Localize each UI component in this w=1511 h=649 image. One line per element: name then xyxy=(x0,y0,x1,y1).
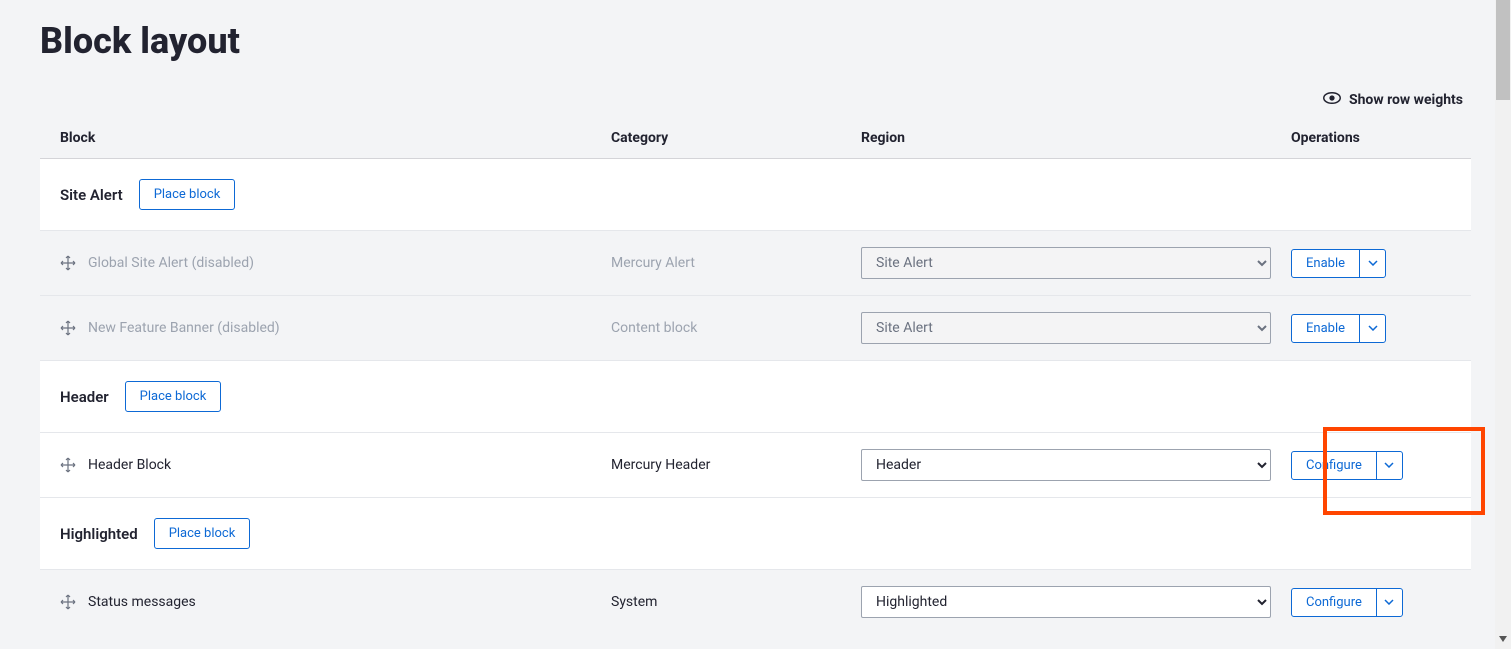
configure-button[interactable]: Configure xyxy=(1292,452,1376,479)
region-site-alert: Site Alert Place block xyxy=(40,159,1471,231)
col-operations: Operations xyxy=(1291,130,1451,146)
block-name: Header Block xyxy=(88,457,171,473)
col-block: Block xyxy=(60,130,611,146)
region-select[interactable]: Site Alert xyxy=(861,247,1271,279)
scrollbar[interactable] xyxy=(1495,0,1511,649)
table-row: New Feature Banner (disabled) Content bl… xyxy=(40,296,1471,361)
drag-handle-icon[interactable] xyxy=(60,255,76,271)
region-header: Header Place block xyxy=(40,361,1471,433)
enable-button[interactable]: Enable xyxy=(1292,315,1359,342)
table-row: Global Site Alert (disabled) Mercury Ale… xyxy=(40,231,1471,296)
col-region: Region xyxy=(861,130,1291,146)
region-select[interactable]: Highlighted xyxy=(861,586,1271,618)
configure-button[interactable]: Configure xyxy=(1292,589,1376,616)
dropdown-toggle-button[interactable] xyxy=(1359,250,1385,277)
place-block-button[interactable]: Place block xyxy=(125,381,222,412)
block-name: Global Site Alert (disabled) xyxy=(88,255,254,271)
place-block-button[interactable]: Place block xyxy=(139,179,236,210)
operations-dropbutton: Configure xyxy=(1291,451,1403,480)
region-label: Highlighted xyxy=(60,525,138,543)
show-weights-label: Show row weights xyxy=(1349,92,1463,108)
place-block-button[interactable]: Place block xyxy=(154,518,251,549)
scroll-down-icon[interactable] xyxy=(1495,631,1511,647)
block-category: Mercury Header xyxy=(611,457,861,473)
block-category: Mercury Alert xyxy=(611,255,861,271)
drag-handle-icon[interactable] xyxy=(60,320,76,336)
col-category: Category xyxy=(611,130,861,146)
region-label: Site Alert xyxy=(60,186,123,204)
page-title: Block layout xyxy=(40,20,1471,62)
block-name: Status messages xyxy=(88,594,196,610)
region-select[interactable]: Header xyxy=(861,449,1271,481)
drag-handle-icon[interactable] xyxy=(60,457,76,473)
region-select[interactable]: Site Alert xyxy=(861,312,1271,344)
eye-icon xyxy=(1323,92,1341,108)
show-row-weights-button[interactable]: Show row weights xyxy=(40,92,1471,108)
block-category: System xyxy=(611,594,861,610)
scrollbar-thumb[interactable] xyxy=(1496,0,1510,100)
block-name: New Feature Banner (disabled) xyxy=(88,320,280,336)
operations-dropbutton: Enable xyxy=(1291,314,1386,343)
table-row: Status messages System Highlighted Confi… xyxy=(40,570,1471,634)
table-header: Block Category Region Operations xyxy=(40,118,1471,159)
enable-button[interactable]: Enable xyxy=(1292,250,1359,277)
operations-dropbutton: Configure xyxy=(1291,588,1403,617)
region-highlighted: Highlighted Place block xyxy=(40,498,1471,570)
drag-handle-icon[interactable] xyxy=(60,594,76,610)
block-category: Content block xyxy=(611,320,861,336)
dropdown-toggle-button[interactable] xyxy=(1359,315,1385,342)
dropdown-toggle-button[interactable] xyxy=(1376,452,1402,479)
table-row: Header Block Mercury Header Header Confi… xyxy=(40,433,1471,498)
region-label: Header xyxy=(60,388,109,406)
operations-dropbutton: Enable xyxy=(1291,249,1386,278)
dropdown-toggle-button[interactable] xyxy=(1376,589,1402,616)
